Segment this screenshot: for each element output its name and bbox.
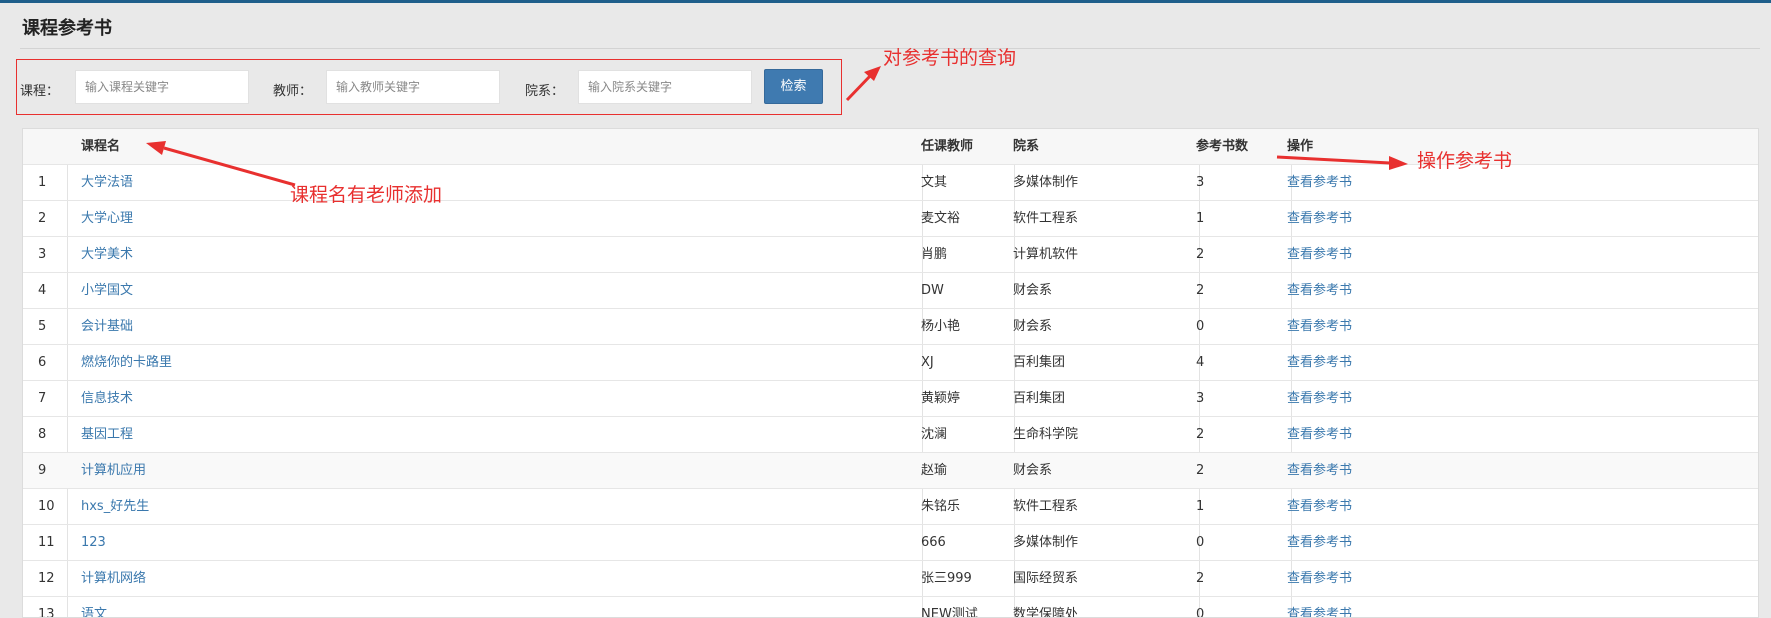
course-arrow-head xyxy=(146,141,166,155)
course-arrow xyxy=(163,146,296,187)
search-arrow xyxy=(845,72,874,102)
action-arrow xyxy=(1276,155,1391,165)
action-arrow-head xyxy=(1389,156,1408,170)
annotation-arrows xyxy=(146,66,1408,187)
